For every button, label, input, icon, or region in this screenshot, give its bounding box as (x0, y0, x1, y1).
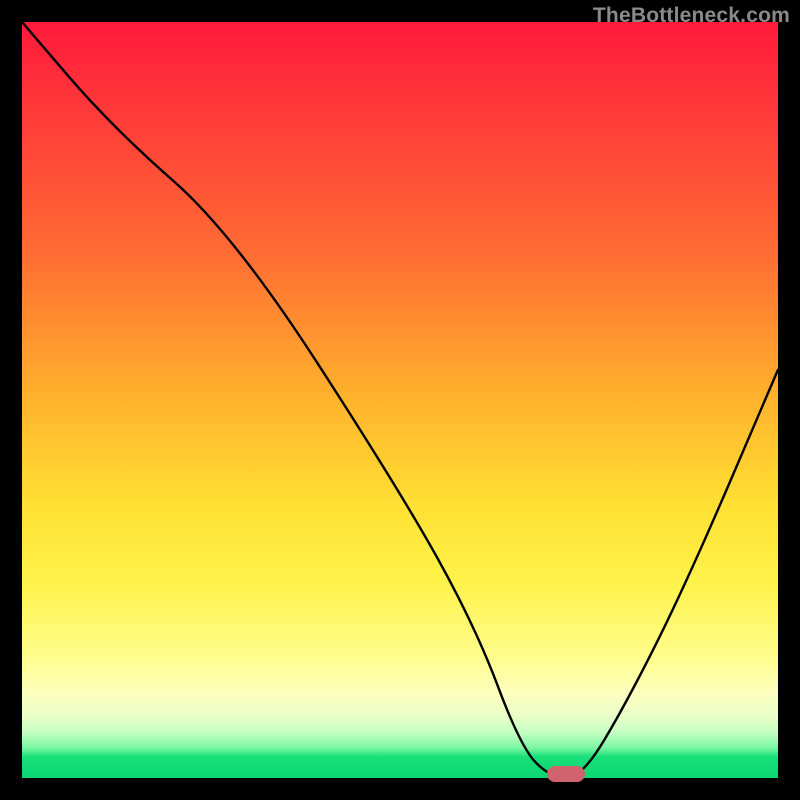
chart-frame: TheBottleneck.com (0, 0, 800, 800)
chart-curve-layer (22, 22, 778, 778)
bottleneck-curve (22, 22, 778, 778)
watermark-text: TheBottleneck.com (593, 4, 790, 28)
optimal-marker (547, 766, 585, 782)
